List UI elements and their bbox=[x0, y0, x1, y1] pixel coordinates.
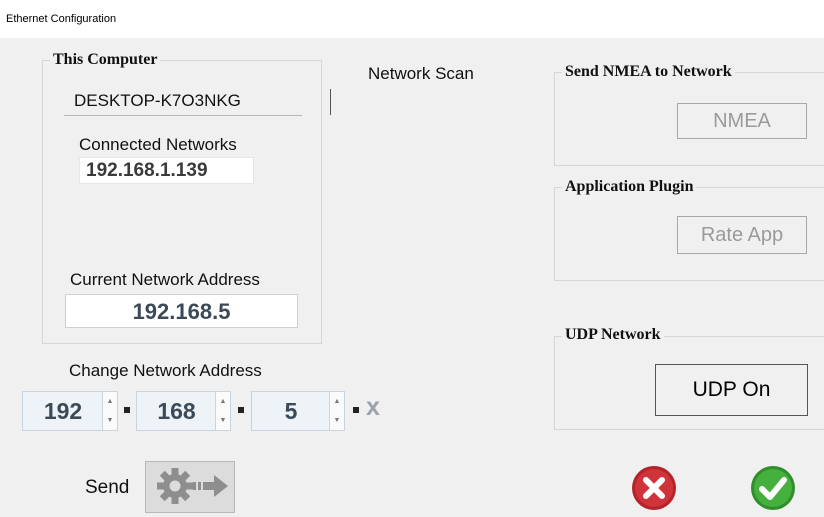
octet2-value[interactable]: 168 bbox=[137, 392, 216, 430]
green-check-circle-icon bbox=[751, 466, 795, 510]
octet3-stepper[interactable]: 5 ▲ ▼ bbox=[251, 391, 345, 431]
octet3-up-icon[interactable]: ▲ bbox=[330, 392, 344, 411]
connected-networks-label: Connected Networks bbox=[79, 135, 237, 154]
octet1-value[interactable]: 192 bbox=[23, 392, 103, 430]
ok-button[interactable] bbox=[749, 464, 797, 512]
current-network-address-label: Current Network Address bbox=[70, 270, 260, 289]
current-network-address-field: 192.168.5 bbox=[65, 294, 298, 328]
octet-separator-1 bbox=[124, 407, 130, 413]
octet2-spinner[interactable]: ▲ ▼ bbox=[215, 392, 230, 430]
cancel-button[interactable] bbox=[630, 464, 678, 512]
octet2-down-icon[interactable]: ▼ bbox=[216, 411, 230, 430]
send-button[interactable] bbox=[145, 461, 235, 513]
octet-separator-2 bbox=[238, 407, 244, 413]
change-network-address-label: Change Network Address bbox=[69, 361, 262, 380]
octet2-stepper[interactable]: 168 ▲ ▼ bbox=[136, 391, 231, 431]
network-scan-divider bbox=[330, 89, 331, 115]
connected-network-item[interactable]: 192.168.1.139 bbox=[86, 160, 208, 182]
octet1-up-icon[interactable]: ▲ bbox=[103, 392, 117, 411]
nmea-button-label: NMEA bbox=[713, 109, 771, 132]
network-scan-label[interactable]: Network Scan bbox=[368, 64, 474, 84]
current-network-address-value: 192.168.5 bbox=[132, 299, 231, 324]
octet3-down-icon[interactable]: ▼ bbox=[330, 411, 344, 430]
octet1-down-icon[interactable]: ▼ bbox=[103, 411, 117, 430]
ethernet-configuration-window: Ethernet Configuration This Computer DES… bbox=[0, 0, 824, 517]
window-title: Ethernet Configuration bbox=[6, 13, 117, 25]
hostname-value: DESKTOP-K7O3NKG bbox=[74, 91, 241, 110]
udp-on-button[interactable]: UDP On bbox=[655, 364, 808, 416]
send-label: Send bbox=[85, 477, 130, 498]
rate-app-button-label: Rate App bbox=[700, 223, 784, 246]
octet4-value: x bbox=[366, 393, 380, 421]
title-bar: Ethernet Configuration bbox=[0, 0, 824, 38]
connected-networks-list[interactable]: 192.168.1.139 bbox=[79, 157, 254, 184]
nmea-button[interactable]: NMEA bbox=[677, 103, 807, 139]
send-nmea-title: Send NMEA to Network bbox=[562, 63, 735, 81]
octet-separator-3 bbox=[353, 407, 359, 413]
octet3-value[interactable]: 5 bbox=[252, 392, 330, 430]
red-x-circle-icon bbox=[632, 466, 676, 510]
hostname-field: DESKTOP-K7O3NKG bbox=[64, 86, 302, 116]
octet1-spinner[interactable]: ▲ ▼ bbox=[102, 392, 117, 430]
gear-arrow-icon bbox=[157, 468, 228, 504]
udp-on-button-label: UDP On bbox=[692, 378, 771, 401]
application-plugin-title: Application Plugin bbox=[562, 178, 697, 196]
octet2-up-icon[interactable]: ▲ bbox=[216, 392, 230, 411]
octet1-stepper[interactable]: 192 ▲ ▼ bbox=[22, 391, 118, 431]
rate-app-button[interactable]: Rate App bbox=[677, 216, 807, 254]
octet3-spinner[interactable]: ▲ ▼ bbox=[329, 392, 344, 430]
this-computer-title: This Computer bbox=[50, 51, 161, 69]
udp-network-title: UDP Network bbox=[562, 326, 664, 344]
